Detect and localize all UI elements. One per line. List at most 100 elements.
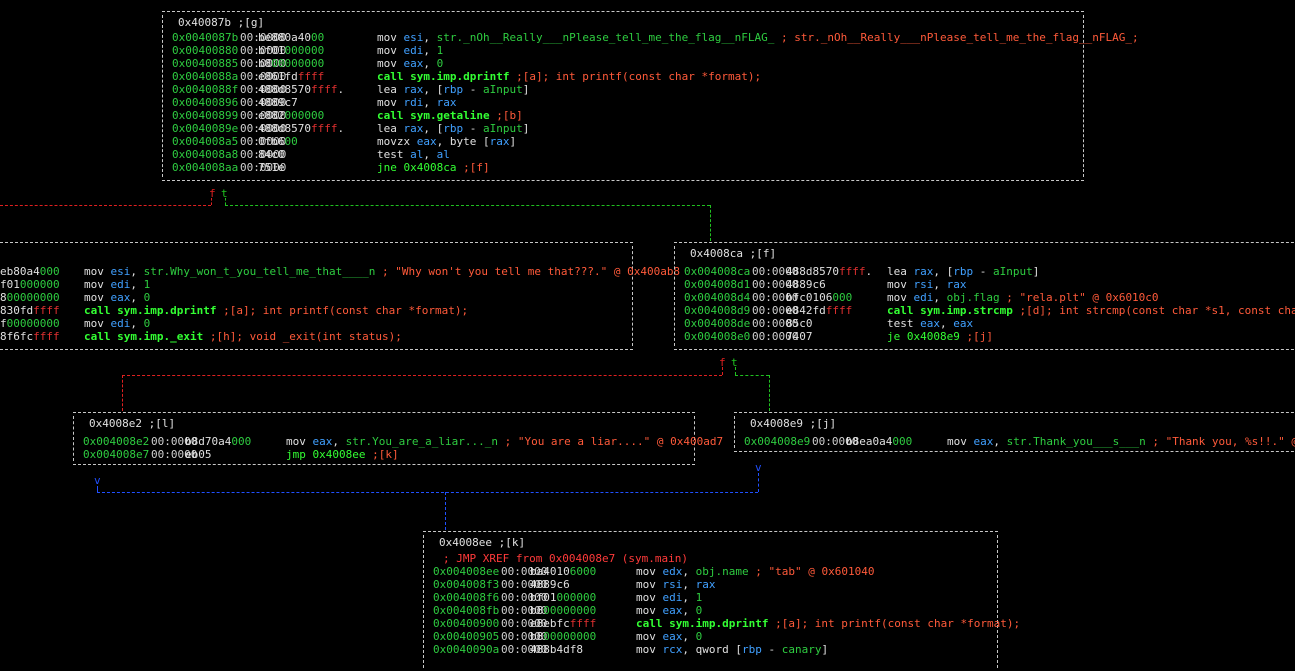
instruction-operand: rbp xyxy=(443,122,464,135)
byte-group: 000000 xyxy=(284,109,325,122)
edge-g-true-down xyxy=(710,205,711,241)
instruction-row[interactable]: 0x00400900 00:0000 e8ebfcffff call sym.imp.… xyxy=(423,617,1020,630)
instruction-address: 0x004008d1 xyxy=(684,278,751,291)
byte-group: 84c0 xyxy=(258,148,285,161)
byte-group: 000000 xyxy=(19,278,60,291)
instruction-operand: , xyxy=(423,31,437,44)
instruction-text: mov edi, 1 xyxy=(377,44,443,57)
instruction-text: jne 0x4008ca ;[f] xyxy=(377,161,490,174)
instruction-address: 0x004008f3 xyxy=(433,578,500,591)
graph-node-l[interactable]: 0x4008e2 ;[l] 0x004008e2 00:0000 b8d70a400… xyxy=(73,412,723,465)
instruction-row[interactable]: 0x0040090a 00:0000 488b4df8 mov rcx, qword … xyxy=(423,643,998,656)
instruction-operand: , xyxy=(682,565,696,578)
instruction-bytes: 84c0 xyxy=(258,148,285,161)
instruction-row[interactable]: 0x004008e0 00:0000 7407 je 0x4008e9 ;[j] xyxy=(674,330,1295,343)
instruction-operand: eax xyxy=(416,135,437,148)
instruction-operand: 1 xyxy=(436,44,444,57)
instruction-row[interactable]: 0x004008a8 00:0000 84c0 test al, al xyxy=(162,148,1084,161)
byte-group: 0fb6 xyxy=(258,135,285,148)
graph-node-j[interactable]: 0x4008e9 ;[j] 0x004008e9 00:0000 b8ea0a400… xyxy=(734,412,1295,452)
instruction-row[interactable]: 0x004008de 00:0000 85c0 test eax, eax xyxy=(674,317,1295,330)
instruction-row[interactable]: 0x004008d9 00:0000 e842fdffff call sym.imp.… xyxy=(674,304,1295,317)
xref-comment: ; JMP XREF from 0x004008e7 (sym.main) xyxy=(443,552,689,565)
instruction-row[interactable]: 0x0040087b 00:0000 be880a4000 mov esi, str.… xyxy=(162,31,1139,44)
instruction-row[interactable]: 0x004008d1 00:0000 4889c6 mov rsi, rax xyxy=(674,278,1295,291)
instruction-operand: rax xyxy=(695,578,716,591)
instruction-address: 0x00400885 xyxy=(172,57,239,70)
instruction-operand: ] xyxy=(522,122,530,135)
edge-g-false xyxy=(0,205,211,206)
instruction-row[interactable]: 800000000 mov eax, 0 xyxy=(0,291,633,304)
instruction-row[interactable]: 0x0040088a 00:0000 e861fdffff call sym.imp.… xyxy=(162,70,1084,83)
instruction-row[interactable]: 0x004008f3 00:0000 4889c6 mov rsi, rax xyxy=(423,578,998,591)
byte-group: 6000 xyxy=(569,565,597,578)
graph-node-f[interactable]: 0x4008ca ;[f] 0x004008ca 00:0000 488d8570f… xyxy=(674,242,1295,350)
instruction-row[interactable]: f00000000 mov edi, 0 xyxy=(0,317,633,330)
instruction-operand: , xyxy=(940,317,954,330)
instruction-row[interactable]: 0x00400905 00:0000 b800000000 mov eax, 0 xyxy=(423,630,998,643)
instruction-text: mov eax, 0 xyxy=(84,291,150,304)
instruction-mnemonic: mov xyxy=(636,643,656,656)
instruction-row[interactable]: 0x004008e9 00:0000 b8ea0a4000 mov eax, str.… xyxy=(734,435,1295,448)
byte-group: e861fd xyxy=(258,70,298,83)
instruction-mnemonic: lea xyxy=(887,265,907,278)
instruction-row[interactable]: 0x00400896 00:0000 4889c7 mov rdi, rax xyxy=(162,96,1084,109)
instruction-row[interactable]: 8f6fcffff call sym.imp._exit ;[h]; void _… xyxy=(0,330,633,343)
graph-node-left[interactable]: eb80a4000 mov esi, str.Why_won_t_you_tell… xyxy=(0,242,680,350)
byte-group: bf01 xyxy=(530,591,557,604)
instruction-mnemonic: je 0x4008e9 xyxy=(887,330,960,343)
instruction-mnemonic: mov xyxy=(887,278,907,291)
instruction-row[interactable]: 0x004008ca 00:0000 488d8570ffff. lea rax, [… xyxy=(674,265,1295,278)
instruction-row[interactable]: 0x004008f6 00:0000 bf01000000 mov edi, 1 xyxy=(423,591,998,604)
instruction-operand: ;[f] xyxy=(456,161,490,174)
instruction-operand: ] xyxy=(509,135,517,148)
instruction-operand: 0 xyxy=(695,630,703,643)
instruction-row[interactable]: eb80a4000 mov esi, str.Why_won_t_you_tell… xyxy=(0,265,680,278)
instruction-row[interactable]: 0x004008d4 00:0000 bfc0106000 mov edi, obj.… xyxy=(674,291,1295,304)
instruction-operand: aInput xyxy=(483,122,523,135)
instruction-operand: , xyxy=(130,278,144,291)
byte-group: 00000000 xyxy=(543,630,597,643)
instruction-row[interactable]: 0x004008ee 00:0000 ba40106000 mov edx, obj.… xyxy=(423,565,998,578)
instruction-row[interactable]: 0x004008a5 00:0000 0fb600 movzx eax, byte [… xyxy=(162,135,1084,148)
graph-node-g[interactable]: 0x40087b ;[g] 0x0040087b 00:0000 be880a400… xyxy=(162,11,1139,181)
byte-group: 488d8570 xyxy=(786,265,839,278)
instruction-operand: , xyxy=(682,591,696,604)
instruction-row[interactable]: 0x0040088f 00:0000 488d8570ffff. lea rax, [… xyxy=(162,83,1084,96)
instruction-address: 0x0040087b xyxy=(172,31,239,44)
byte-group: . xyxy=(865,265,873,278)
instruction-row[interactable]: 0x00400880 00:0000 bf01000000 mov edi, 1 xyxy=(162,44,1084,57)
instruction-text: mov eax, 0 xyxy=(377,57,443,70)
instruction-row[interactable]: 0x004008fb 00:0000 b800000000 mov eax, 0 xyxy=(423,604,998,617)
instruction-row[interactable]: 0x0040089e 00:0000 488d8570ffff. lea rax, [… xyxy=(162,122,1084,135)
instruction-bytes: e882000000 xyxy=(258,109,324,122)
instruction-operand: ; "tab" @ 0x601040 xyxy=(748,565,875,578)
instruction-bytes: e8ebfcffff xyxy=(530,617,596,630)
instruction-text: lea rax, [rbp - aInput] xyxy=(887,265,1039,278)
byte-group: bf01 xyxy=(258,44,285,57)
instruction-row[interactable]: 0x004008e7 00:0000 eb05 jmp 0x4008ee ;[k] xyxy=(73,448,695,461)
instruction-address: 0x004008f6 xyxy=(433,591,500,604)
instruction-text: mov edi, 1 xyxy=(636,591,702,604)
instruction-row[interactable]: 830fdffff call sym.imp.dprintf ;[a]; int … xyxy=(0,304,633,317)
instruction-bytes: 488d8570ffff. xyxy=(786,265,872,278)
node-header: 0x40087b ;[g] xyxy=(178,16,265,29)
instruction-address: 0x004008e2 xyxy=(83,435,150,448)
instruction-address: 0x004008d4 xyxy=(684,291,751,304)
instruction-row[interactable]: f01000000 mov edi, 1 xyxy=(0,278,633,291)
byte-group: b8 xyxy=(258,57,272,70)
node-header: 0x4008ee ;[k] xyxy=(439,536,526,549)
instruction-text: movzx eax, byte [rax] xyxy=(377,135,516,148)
graph-node-k[interactable]: 0x4008ee ;[k] ; JMP XREF from 0x004008e7… xyxy=(423,531,1020,671)
instruction-operand: str._nOh__Really___nPlease_tell_me_the_f… xyxy=(436,31,775,44)
instruction-address: 0x0040090a xyxy=(433,643,500,656)
instruction-row[interactable]: 0x00400885 00:0000 b800000000 mov eax, 0 xyxy=(162,57,1084,70)
instruction-operand: obj.flag xyxy=(946,291,1000,304)
instruction-row[interactable]: 0x004008e2 00:0000 b8d70a4000 mov eax, str.… xyxy=(73,435,723,448)
instruction-row[interactable]: 0x00400899 00:0000 e882000000 call sym.geta… xyxy=(162,109,1084,122)
byte-group: 488d8570 xyxy=(258,122,311,135)
instruction-row[interactable]: 0x004008aa 00:0000 751e jne 0x4008ca ;[f] xyxy=(162,161,1084,174)
instruction-operand: , xyxy=(423,57,437,70)
byte-group: 000000 xyxy=(556,591,597,604)
edge-f-true-down xyxy=(769,375,770,411)
